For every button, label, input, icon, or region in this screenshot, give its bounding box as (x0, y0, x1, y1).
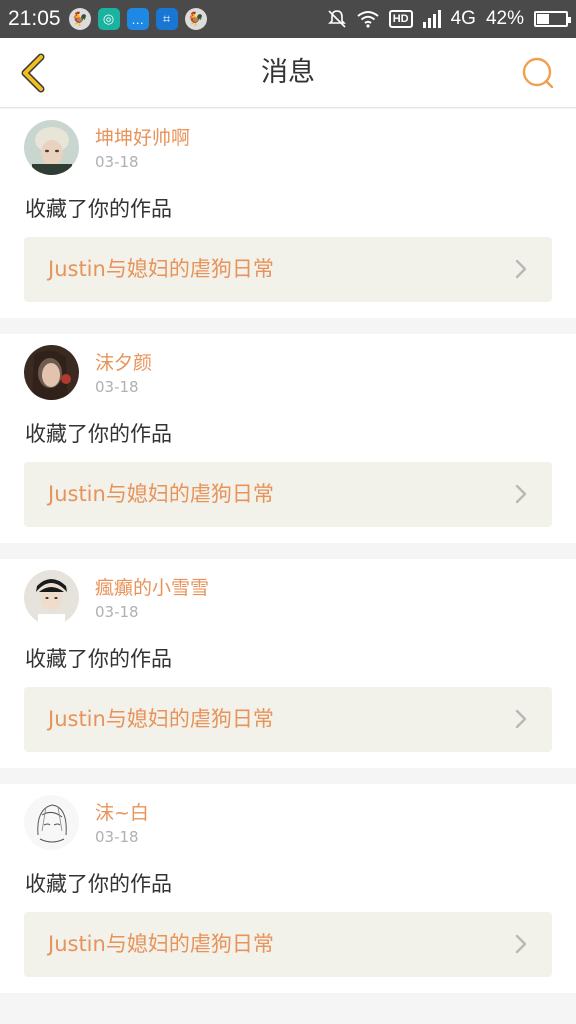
message-list: 坤坤好帅啊 03-18 收藏了你的作品 Justin与媳妇的虐狗日常 沫夕颜 … (0, 109, 576, 1009)
username[interactable]: 坤坤好帅啊 (95, 123, 190, 150)
message-card: 沫夕颜 03-18 收藏了你的作品 Justin与媳妇的虐狗日常 (0, 334, 576, 543)
message-text: 收藏了你的作品 (25, 422, 172, 446)
work-link[interactable]: Justin与媳妇的虐狗日常 (24, 237, 552, 302)
rooster-icon: 🐓 (184, 8, 207, 30)
battery-icon (534, 11, 571, 27)
username[interactable]: 沫~白 (95, 798, 149, 825)
message-date: 03-18 (95, 603, 139, 621)
avatar[interactable] (24, 345, 79, 400)
chevron-right-icon (510, 258, 532, 280)
work-link[interactable]: Justin与媳妇的虐狗日常 (24, 912, 552, 977)
network-type: 4G (450, 8, 476, 29)
message-card: 坤坤好帅啊 03-18 收藏了你的作品 Justin与媳妇的虐狗日常 (0, 109, 576, 318)
message-date: 03-18 (95, 153, 139, 171)
hd-icon: HD (388, 10, 413, 28)
message-text: 收藏了你的作品 (25, 197, 172, 221)
message-card: 沫~白 03-18 收藏了你的作品 Justin与媳妇的虐狗日常 (0, 784, 576, 993)
wifi-icon (357, 11, 379, 28)
search-icon (522, 57, 554, 89)
scan-icon: ⌗ (155, 8, 178, 30)
battery-percent: 42% (485, 8, 524, 29)
username[interactable]: 沫夕颜 (95, 348, 152, 376)
message-text: 收藏了你的作品 (25, 647, 172, 671)
message-date: 03-18 (95, 828, 139, 846)
work-link[interactable]: Justin与媳妇的虐狗日常 (24, 687, 552, 752)
status-bar: 21:05 🐓 ◎ … ⌗ 🐓 HD 4G 42% (0, 0, 576, 38)
work-link[interactable]: Justin与媳妇的虐狗日常 (24, 462, 552, 527)
mute-icon (327, 10, 346, 28)
message-card: 瘋癲的小雪雪 03-18 收藏了你的作品 Justin与媳妇的虐狗日常 (0, 559, 576, 768)
search-button[interactable] (518, 53, 558, 93)
work-title: Justin与媳妇的虐狗日常 (48, 932, 274, 956)
work-title: Justin与媳妇的虐狗日常 (48, 257, 274, 281)
header-bar: 消息 (0, 38, 576, 108)
avatar[interactable] (24, 120, 79, 175)
avatar[interactable] (24, 570, 79, 625)
page-title: 消息 (261, 57, 315, 88)
work-title: Justin与媳妇的虐狗日常 (48, 482, 274, 506)
chevron-right-icon (510, 708, 532, 730)
rooster-icon: 🐓 (68, 8, 91, 30)
chevron-right-icon (510, 933, 532, 955)
message-text: 收藏了你的作品 (25, 872, 172, 896)
username[interactable]: 瘋癲的小雪雪 (95, 573, 209, 600)
status-indicators: HD 4G 42% (327, 8, 571, 30)
work-title: Justin与媳妇的虐狗日常 (48, 707, 274, 731)
status-time: 21:05 (8, 7, 61, 30)
signal-icon (422, 10, 441, 28)
avatar[interactable] (24, 795, 79, 850)
message-date: 03-18 (95, 378, 139, 396)
chat-app-icon: ◎ (97, 8, 120, 30)
message-icon: … (126, 8, 149, 30)
chevron-right-icon (510, 483, 532, 505)
